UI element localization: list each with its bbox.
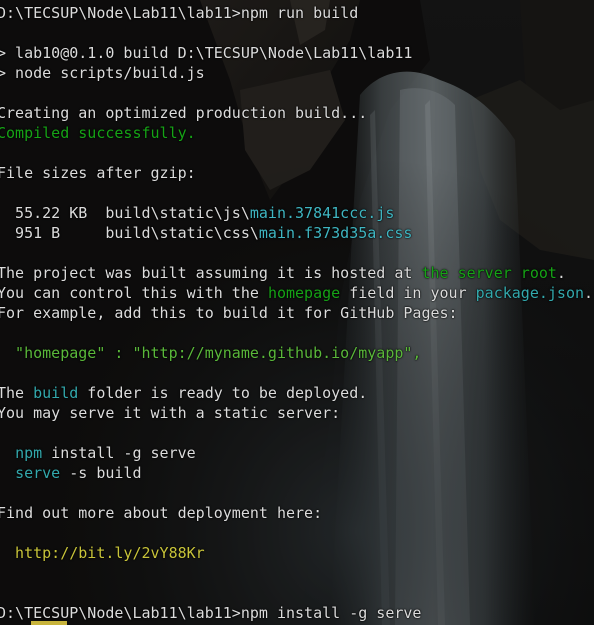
static-server-line: You may serve it with a static server: bbox=[0, 404, 341, 422]
file-sizes-heading: File sizes after gzip: bbox=[0, 164, 196, 182]
file-size-value: 951 B bbox=[0, 224, 88, 242]
terminal-output[interactable]: D:\TECSUP\Node\Lab11\lab11>npm run build… bbox=[0, 0, 594, 625]
homepage-json-snippet: "homepage" : "http://myname.github.io/my… bbox=[0, 344, 422, 362]
server-root-highlight: the server root bbox=[421, 264, 557, 282]
serve-keyword: serve bbox=[15, 464, 61, 482]
build-folder-highlight: build bbox=[33, 384, 79, 402]
build-status-line: Creating an optimized production build..… bbox=[0, 104, 368, 122]
package-json-highlight: package.json bbox=[475, 284, 585, 302]
file-name: main.37841ccc.js bbox=[249, 204, 395, 222]
file-path-dir: build\static\js\ bbox=[87, 204, 250, 222]
build-ready-line: The build folder is ready to be deployed… bbox=[0, 384, 368, 402]
npm-keyword: npm bbox=[15, 444, 43, 462]
npm-install-serve-suggestion: npm install -g serve bbox=[15, 444, 196, 462]
terminal-cursor bbox=[31, 621, 67, 625]
deployment-link[interactable]: http://bit.ly/2vY88Kr bbox=[0, 543, 205, 563]
homepage-info-line: You can control this with the homepage f… bbox=[0, 284, 594, 302]
file-size-row-js: 55.22 KB build\static\js\main.37841ccc.j… bbox=[0, 203, 394, 223]
prompt-line-npm-install-serve: D:\TECSUP\Node\Lab11\lab11>npm install -… bbox=[0, 604, 422, 622]
homepage-highlight: homepage bbox=[267, 284, 341, 302]
compiled-success-message: Compiled successfully. bbox=[0, 124, 196, 142]
deployment-info-line: Find out more about deployment here: bbox=[0, 504, 323, 522]
hosting-info-line: The project was built assuming it is hos… bbox=[0, 264, 566, 282]
github-pages-example-line: For example, add this to build it for Gi… bbox=[0, 304, 458, 322]
file-path-dir: build\static\css\ bbox=[87, 224, 259, 242]
serve-build-suggestion: serve -s build bbox=[15, 464, 142, 482]
script-header-line: > lab10@0.1.0 build D:\TECSUP\Node\Lab11… bbox=[0, 44, 413, 62]
file-size-row-css: 951 B build\static\css\main.f373d35a.css bbox=[0, 223, 412, 243]
prompt-line-npm-run-build: D:\TECSUP\Node\Lab11\lab11>npm run build bbox=[0, 4, 359, 22]
file-name: main.f373d35a.css bbox=[258, 224, 413, 242]
file-size-value: 55.22 KB bbox=[0, 204, 88, 222]
script-command-line: > node scripts/build.js bbox=[0, 64, 205, 82]
